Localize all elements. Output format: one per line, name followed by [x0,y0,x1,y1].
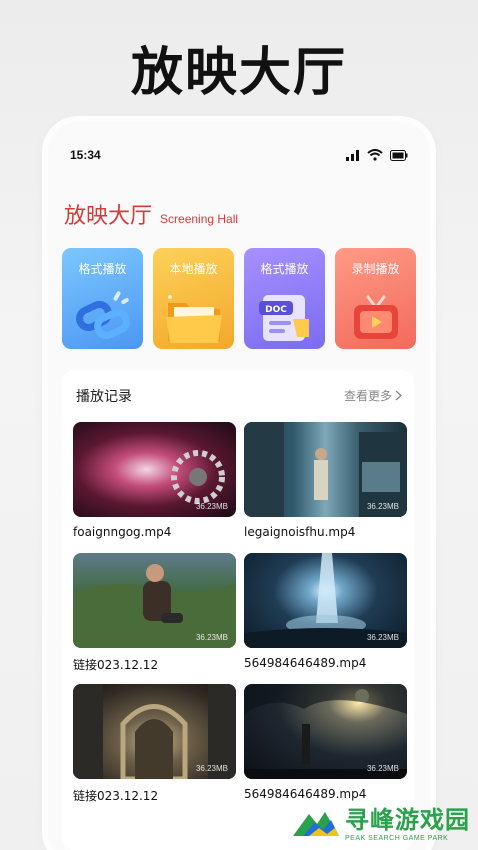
video-item[interactable]: 36.23MB legaignoisfhu.mp4 [244,422,407,541]
folder-icon [165,295,222,343]
video-thumbnail[interactable]: 36.23MB [73,422,236,517]
history-title: 播放记录 [76,389,132,405]
video-name: 564984646489.mp4 [244,656,367,670]
video-thumbnail[interactable]: 36.23MB [73,684,236,779]
video-item[interactable]: 36.23MB 564984646489.mp4 [244,684,407,803]
wifi-icon [367,149,383,161]
hero-title: 放映大厅 [130,43,347,103]
tile-record-play[interactable]: 录制播放 [335,248,416,349]
video-item[interactable]: 36.23MB 链接023.12.12 [73,684,236,803]
video-item[interactable]: 36.23MB foaignngog.mp4 [73,422,236,541]
file-size: 36.23MB [195,633,228,642]
tile-label: 格式播放 [78,262,127,276]
tile-label: 格式播放 [260,262,309,276]
phone-frame: 15:34 放映大厅 Screening Hall 格式播放 本地播放 格式播放… [48,122,430,850]
video-name: foaignngog.mp4 [73,525,172,539]
tile-label: 本地播放 [169,262,218,276]
doc-icon: DOC [258,295,309,341]
mountain-logo-icon [293,812,339,836]
video-thumbnail[interactable]: 36.23MB [73,553,236,648]
watermark-text: 寻峰游戏园 PEAK SEARCH GAME PARK [345,800,470,842]
tile-format-play[interactable]: 格式播放 [62,248,143,349]
file-size: 36.23MB [195,764,228,773]
watermark: 寻峰游戏园 PEAK SEARCH GAME PARK [291,800,470,842]
video-item[interactable]: 36.23MB 564984646489.mp4 [244,553,407,672]
history-header: 播放记录 查看更多 [76,386,402,405]
status-time: 15:34 [70,148,101,162]
video-thumbnail[interactable]: 36.23MB [244,553,407,648]
feature-tiles: 格式播放 本地播放 格式播放 DOC 录制播放 [62,248,416,349]
app-subtitle: Screening Hall [160,212,239,226]
signal-icon [346,150,359,161]
tile-local-play[interactable]: 本地播放 [153,248,234,349]
view-more-label: 查看更多 [343,389,392,403]
file-size: 36.23MB [366,764,399,773]
video-name: 链接023.12.12 [73,658,159,672]
tv-play-icon [353,295,398,339]
video-name: 链接023.12.12 [73,789,159,803]
view-more-link[interactable]: 查看更多 [344,387,402,404]
file-size: 36.23MB [366,633,399,642]
video-thumbnail[interactable]: 36.23MB [244,422,407,517]
app-header: 放映大厅 Screening Hall [64,198,238,230]
video-thumbnail[interactable]: 36.23MB [244,684,407,779]
svg-text:DOC: DOC [265,305,287,315]
play-history-card: 播放记录 查看更多 36.23MB foaignngog.mp4 36.23MB… [62,370,414,850]
watermark-main: 寻峰游戏园 [345,806,470,834]
battery-icon [390,150,408,161]
tile-format-play-2[interactable]: 格式播放 DOC [244,248,325,349]
status-bar: 15:34 [70,148,408,164]
video-item[interactable]: 36.23MB 链接023.12.12 [73,553,236,672]
chevron-right-icon [395,390,402,401]
app-title: 放映大厅 [64,204,153,229]
history-grid: 36.23MB foaignngog.mp4 36.23MB legaignoi… [73,422,407,803]
file-size: 36.23MB [366,502,399,511]
watermark-sub: PEAK SEARCH GAME PARK [345,835,449,842]
chain-link-icon [75,291,130,340]
file-size: 36.23MB [195,502,228,511]
status-icons [346,149,408,161]
tile-label: 录制播放 [351,262,400,276]
video-name: legaignoisfhu.mp4 [244,525,356,539]
